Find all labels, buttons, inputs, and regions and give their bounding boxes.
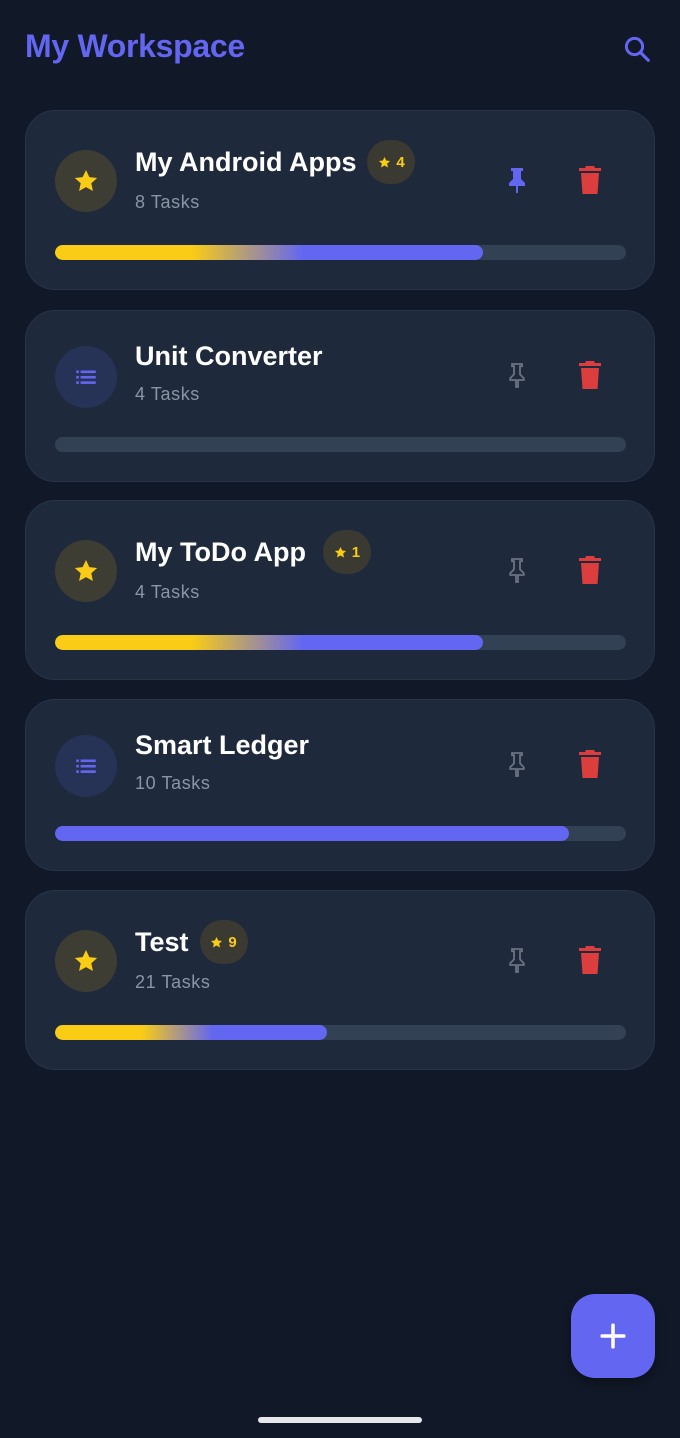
delete-button[interactable] [570, 550, 610, 590]
progress-bar [55, 437, 626, 452]
pin-button[interactable] [497, 355, 537, 395]
add-project-button[interactable] [571, 1294, 655, 1378]
progress-fill [55, 1025, 327, 1040]
pin-outline-icon [509, 752, 525, 777]
star-count: 1 [351, 543, 361, 561]
delete-button[interactable] [570, 160, 610, 200]
trash-icon [579, 361, 601, 389]
pin-button[interactable] [497, 160, 537, 200]
task-count: 4 Tasks [135, 384, 200, 404]
pin-button[interactable] [497, 940, 537, 980]
project-icon-badge [55, 930, 117, 992]
pin-button[interactable] [497, 744, 537, 784]
star-icon [74, 949, 98, 971]
project-card[interactable]: Unit Converter 4 Tasks [25, 310, 655, 482]
page-title: My Workspace [25, 28, 245, 64]
delete-button[interactable] [570, 940, 610, 980]
list-icon [76, 370, 96, 384]
pin-outline-icon [509, 948, 525, 973]
task-count: 4 Tasks [135, 582, 200, 602]
progress-bar [55, 635, 626, 650]
progress-bar [55, 1025, 626, 1040]
star-count: 4 [396, 153, 405, 171]
delete-button[interactable] [570, 744, 610, 784]
pin-filled-icon [509, 168, 525, 193]
star-icon [379, 156, 391, 167]
pin-outline-icon [509, 558, 525, 583]
project-title: Test [135, 926, 189, 957]
project-title: My Android Apps [135, 146, 357, 177]
project-icon-badge [55, 540, 117, 602]
task-count: 8 Tasks [135, 192, 200, 212]
project-card[interactable]: Smart Ledger 10 Tasks [25, 699, 655, 871]
trash-icon [579, 946, 601, 974]
task-count: 21 Tasks [135, 972, 211, 992]
star-count: 9 [228, 933, 237, 951]
project-title: Smart Ledger [135, 730, 310, 760]
progress-fill [55, 245, 484, 260]
progress-fill [55, 635, 484, 650]
plus-icon [600, 1323, 626, 1349]
delete-button[interactable] [570, 355, 610, 395]
star-count-badge: 9 [199, 920, 248, 964]
project-card[interactable]: My Android Apps 4 8 Tasks [25, 110, 655, 290]
project-card[interactable]: Test 9 21 Tasks [25, 890, 655, 1070]
project-title: My ToDo App [135, 536, 306, 567]
project-icon-badge [55, 346, 117, 408]
star-icon [74, 169, 98, 191]
pin-button[interactable] [497, 550, 537, 590]
star-icon [211, 936, 223, 947]
trash-icon [579, 750, 601, 778]
project-icon-badge [55, 735, 117, 797]
progress-bar [55, 245, 626, 260]
pin-outline-icon [509, 363, 525, 388]
task-count: 10 Tasks [135, 773, 211, 793]
project-title: Unit Converter [135, 341, 323, 371]
star-count-badge: 1 [322, 530, 371, 574]
search-button[interactable] [618, 30, 656, 68]
workspace-screen: My Workspace My Android Apps 4 8 Tasks U… [0, 0, 680, 1438]
trash-icon [579, 556, 601, 584]
list-icon [76, 759, 96, 773]
project-icon-badge [55, 150, 117, 212]
search-icon [624, 36, 650, 62]
star-icon [334, 546, 346, 557]
progress-fill [55, 826, 569, 841]
home-indicator [258, 1417, 422, 1423]
star-icon [74, 559, 98, 581]
trash-icon [579, 166, 601, 194]
project-card[interactable]: My ToDo App 1 4 Tasks [25, 500, 655, 680]
progress-bar [55, 826, 626, 841]
star-count-badge: 4 [367, 140, 416, 184]
